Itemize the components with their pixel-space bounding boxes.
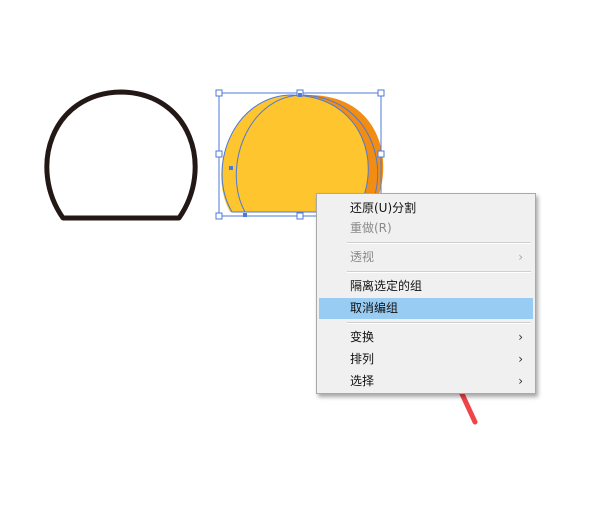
menu-item-transform[interactable]: 变换 › (319, 327, 533, 348)
menu-separator (347, 271, 531, 273)
menu-item-ungroup[interactable]: 取消编组 (319, 298, 533, 319)
anchor-point (298, 93, 302, 97)
submenu-arrow-icon: › (518, 374, 523, 388)
menu-item-perspective[interactable]: 透视 › (319, 247, 533, 268)
submenu-arrow-icon: › (518, 250, 523, 264)
submenu-arrow-icon: › (518, 352, 523, 366)
menu-item-arrange[interactable]: 排列 › (319, 349, 533, 370)
anchor-point (229, 166, 233, 170)
handle-top-left[interactable] (215, 89, 223, 97)
menu-item-redo[interactable]: 重做(R) (319, 218, 533, 239)
handle-bottom-left[interactable] (215, 212, 223, 220)
menu-item-undo-split[interactable]: 还原(U)分割 (319, 198, 533, 219)
anchor-point (243, 213, 247, 217)
handle-top-right[interactable] (377, 89, 385, 97)
menu-item-isolate-selected-group[interactable]: 隔离选定的组 (319, 276, 533, 297)
context-menu[interactable]: 还原(U)分割 重做(R) 透视 › 隔离选定的组 取消编组 变换 › 排列 ›… (316, 193, 536, 394)
outline-dome-shape[interactable] (44, 89, 198, 221)
menu-separator (347, 242, 531, 244)
handle-middle-right[interactable] (377, 150, 385, 158)
menu-item-select[interactable]: 选择 › (319, 371, 533, 392)
menu-separator (347, 322, 531, 324)
handle-middle-left[interactable] (215, 150, 223, 158)
handle-bottom-middle[interactable] (296, 212, 304, 220)
submenu-arrow-icon: › (518, 330, 523, 344)
